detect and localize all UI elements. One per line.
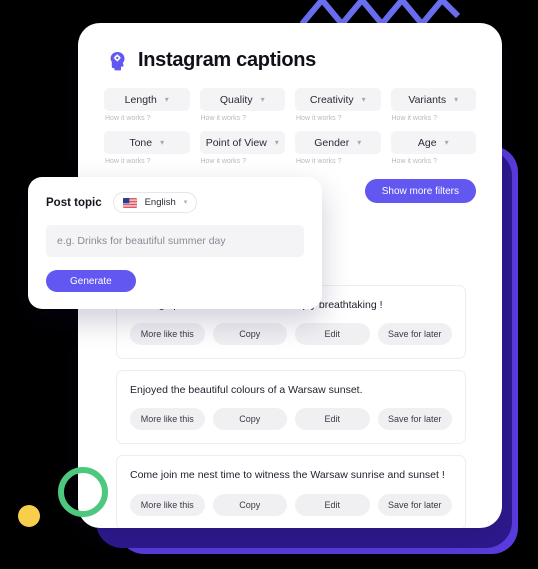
filter-tone-hint[interactable]: How it works ? <box>104 158 190 165</box>
screenshot-root: Instagram captions Length ▾ How it works… <box>0 0 538 569</box>
us-flag-icon <box>122 197 137 208</box>
filter-length: Length ▾ How it works ? <box>104 88 190 122</box>
save-for-later-button[interactable]: Save for later <box>377 323 452 346</box>
chevron-down-icon: ▾ <box>183 199 188 206</box>
filter-tone-dropdown[interactable]: Tone ▾ <box>104 131 190 154</box>
filter-tone-label: Tone <box>129 136 153 149</box>
filter-quality: Quality ▾ How it works ? <box>199 88 286 122</box>
result-caption-text: Come join me nest time to witness the Wa… <box>130 469 445 482</box>
generate-button[interactable]: Generate <box>46 270 136 292</box>
filter-creativity-label: Creativity <box>309 93 354 106</box>
save-for-later-button[interactable]: Save for later <box>377 493 452 516</box>
language-label: English <box>144 197 176 208</box>
filter-point-of-view-hint[interactable]: How it works ? <box>200 158 286 165</box>
filter-creativity-hint[interactable]: How it works ? <box>295 115 381 122</box>
filter-gender: Gender ▾ How it works ? <box>295 131 381 165</box>
filter-gender-dropdown[interactable]: Gender ▾ <box>295 131 381 154</box>
results-list: Waking up to a Warsaw sunrise - simply b… <box>116 285 466 528</box>
filter-point-of-view-label: Point of View <box>205 136 267 149</box>
show-more-filters-button[interactable]: Show more filters <box>364 179 476 203</box>
edit-button[interactable]: Edit <box>295 323 370 346</box>
save-for-later-button[interactable]: Save for later <box>377 408 452 431</box>
filter-length-dropdown[interactable]: Length ▾ <box>104 88 190 111</box>
result-caption-text: Enjoyed the beautiful colours of a Warsa… <box>130 384 363 397</box>
filter-age-dropdown[interactable]: Age ▾ <box>390 131 476 154</box>
filter-variants: Variants ▾ How it works ? <box>390 88 477 122</box>
filter-creativity-dropdown[interactable]: Creativity ▾ <box>295 88 381 111</box>
edit-button[interactable]: Edit <box>295 408 370 431</box>
chevron-down-icon: ▾ <box>274 137 279 147</box>
filter-quality-hint[interactable]: How it works ? <box>200 115 286 122</box>
page-title: Instagram captions <box>138 49 316 71</box>
post-topic-input[interactable] <box>46 225 304 257</box>
post-topic-panel: Post topic English ▾ e.g. Drinks for bea… <box>28 177 322 309</box>
post-topic-header: Post topic English ▾ <box>46 192 304 213</box>
more-like-this-button[interactable]: More like this <box>130 323 205 346</box>
chevron-down-icon: ▾ <box>357 137 362 147</box>
filter-length-hint[interactable]: How it works ? <box>104 115 190 122</box>
filters-grid: Length ▾ How it works ? Quality ▾ How it… <box>78 72 502 165</box>
filter-variants-hint[interactable]: How it works ? <box>391 115 477 122</box>
chevron-down-icon: ▾ <box>361 94 366 104</box>
result-actions: More like this Copy Edit Save for later <box>130 323 452 346</box>
edit-button[interactable]: Edit <box>295 493 370 516</box>
filter-quality-label: Quality <box>219 93 253 106</box>
app-header: Instagram captions <box>78 23 502 72</box>
result-card: Enjoyed the beautiful colours of a Warsa… <box>116 370 466 445</box>
chevron-down-icon: ▾ <box>164 94 169 104</box>
filter-age-hint[interactable]: How it works ? <box>391 158 477 165</box>
language-dropdown[interactable]: English ▾ <box>112 192 198 213</box>
result-actions: More like this Copy Edit Save for later <box>130 493 452 516</box>
copy-button[interactable]: Copy <box>212 323 287 346</box>
filter-tone: Tone ▾ How it works ? <box>104 131 190 165</box>
more-like-this-button[interactable]: More like this <box>130 408 205 431</box>
filter-age: Age ▾ How it works ? <box>390 131 477 165</box>
filter-variants-dropdown[interactable]: Variants ▾ <box>390 88 476 111</box>
post-topic-label: Post topic <box>46 196 102 209</box>
filter-length-label: Length <box>124 93 157 106</box>
filter-point-of-view-dropdown[interactable]: Point of View ▾ <box>199 131 285 154</box>
brain-head-icon <box>110 51 125 70</box>
chevron-down-icon: ▾ <box>260 94 265 104</box>
filter-point-of-view: Point of View ▾ How it works ? <box>199 131 286 165</box>
chevron-down-icon: ▾ <box>444 137 449 147</box>
result-card: Come join me nest time to witness the Wa… <box>116 455 466 528</box>
result-actions: More like this Copy Edit Save for later <box>130 408 452 431</box>
filter-age-label: Age <box>417 136 437 149</box>
chevron-down-icon: ▾ <box>160 137 165 147</box>
more-like-this-button[interactable]: More like this <box>130 493 205 516</box>
green-ring-decoration <box>58 467 108 517</box>
filter-gender-label: Gender <box>314 136 350 149</box>
filter-quality-dropdown[interactable]: Quality ▾ <box>199 88 285 111</box>
filter-variants-label: Variants <box>408 93 447 106</box>
chevron-down-icon: ▾ <box>454 94 459 104</box>
filter-creativity: Creativity ▾ How it works ? <box>295 88 381 122</box>
copy-button[interactable]: Copy <box>212 493 287 516</box>
yellow-dot-decoration <box>18 505 40 527</box>
copy-button[interactable]: Copy <box>212 408 287 431</box>
filter-gender-hint[interactable]: How it works ? <box>295 158 381 165</box>
